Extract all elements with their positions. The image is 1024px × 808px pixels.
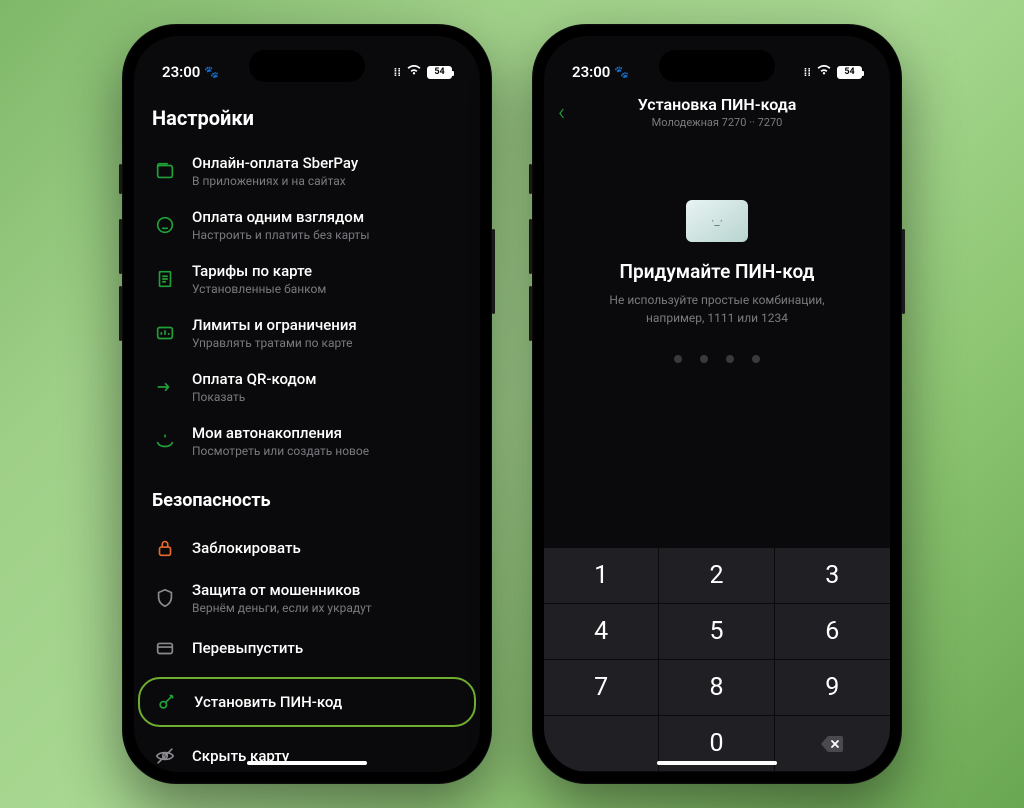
settings-item-qr[interactable]: Оплата QR-кодом Показать	[152, 360, 462, 414]
section-title-security: Безопасность	[152, 490, 462, 511]
item-sub: Настроить и платить без карты	[192, 228, 370, 242]
paw-icon: 🐾	[614, 65, 629, 79]
pin-dot	[726, 355, 734, 363]
item-sub: Установленные банком	[192, 282, 326, 296]
card-icon	[152, 635, 178, 661]
settings-item-tariffs[interactable]: Тарифы по карте Установленные банком	[152, 252, 462, 306]
status-time: 23:00	[572, 63, 610, 81]
shield-icon	[152, 585, 178, 611]
security-item-hide[interactable]: Скрыть карту	[152, 733, 462, 772]
pin-header: ‹ Установка ПИН-кода Молодежная 7270 ·· …	[544, 90, 890, 136]
item-sub: Вернём деньги, если их украдут	[192, 601, 372, 615]
home-indicator[interactable]	[247, 761, 367, 765]
item-title: Перевыпустить	[192, 639, 303, 657]
side-button	[119, 219, 122, 274]
key-2[interactable]: 2	[659, 548, 774, 604]
key-empty	[544, 716, 659, 772]
key-9[interactable]: 9	[775, 660, 890, 716]
face-icon	[152, 212, 178, 238]
item-sub: Управлять тратами по карте	[192, 336, 357, 350]
side-button	[119, 164, 122, 194]
security-item-reissue[interactable]: Перевыпустить	[152, 625, 462, 671]
pin-heading: Придумайте ПИН-код	[620, 260, 815, 283]
wallet-icon	[152, 158, 178, 184]
key-8[interactable]: 8	[659, 660, 774, 716]
item-title: Заблокировать	[192, 539, 301, 557]
item-title: Оплата одним взглядом	[192, 208, 370, 226]
settings-item-savings[interactable]: Мои автонакопления Посмотреть или создат…	[152, 414, 462, 468]
document-icon	[152, 266, 178, 292]
key-delete[interactable]	[775, 716, 890, 772]
settings-item-limits[interactable]: Лимиты и ограничения Управлять тратами п…	[152, 306, 462, 360]
side-button	[492, 229, 495, 314]
status-time: 23:00	[162, 63, 200, 81]
settings-item-facepay[interactable]: Оплата одним взглядом Настроить и платит…	[152, 198, 462, 252]
section-title-settings: Настройки	[152, 106, 462, 130]
side-button	[529, 164, 532, 194]
item-title: Онлайн-оплата SberPay	[192, 154, 358, 172]
pin-dot	[700, 355, 708, 363]
pin-body: ·_· Придумайте ПИН-код Не используйте пр…	[544, 136, 890, 772]
side-button	[529, 286, 532, 341]
settings-item-sberpay[interactable]: Онлайн-оплата SberPay В приложениях и на…	[152, 144, 462, 198]
security-item-set-pin[interactable]: Установить ПИН-код	[138, 677, 476, 727]
item-title: Мои автонакопления	[192, 424, 369, 442]
key-3[interactable]: 3	[775, 548, 890, 604]
settings-content: Настройки Онлайн-оплата SberPay В прилож…	[134, 90, 480, 772]
key-4[interactable]: 4	[544, 604, 659, 660]
dual-signal-icon: ⁞⁞	[804, 66, 811, 79]
item-title: Лимиты и ограничения	[192, 316, 357, 334]
item-sub: Показать	[192, 390, 317, 404]
side-button	[119, 286, 122, 341]
key-icon	[154, 689, 180, 715]
qr-icon	[152, 374, 178, 400]
header-title: Установка ПИН-кода	[638, 95, 797, 114]
key-1[interactable]: 1	[544, 548, 659, 604]
item-title: Установить ПИН-код	[194, 693, 342, 711]
pin-dots	[674, 355, 760, 363]
security-item-block[interactable]: Заблокировать	[152, 525, 462, 571]
chart-icon	[152, 320, 178, 346]
paw-icon: 🐾	[204, 65, 219, 79]
item-title: Защита от мошенников	[192, 581, 372, 599]
key-6[interactable]: 6	[775, 604, 890, 660]
header-sub: Молодежная 7270 ·· 7270	[638, 116, 797, 129]
item-title: Тарифы по карте	[192, 262, 326, 280]
pin-dot	[752, 355, 760, 363]
battery-icon: 54	[427, 66, 452, 79]
side-button	[529, 219, 532, 274]
dual-signal-icon: ⁞⁞	[394, 66, 401, 79]
wifi-icon	[816, 64, 832, 80]
wifi-icon	[406, 64, 422, 80]
lock-icon	[152, 535, 178, 561]
piggy-icon	[152, 428, 178, 454]
card-illustration: ·_·	[686, 200, 748, 242]
pin-hint: Не используйте простые комбинации,наприм…	[609, 291, 824, 327]
key-5[interactable]: 5	[659, 604, 774, 660]
back-icon[interactable]: ‹	[558, 98, 565, 126]
phone-right: 23:00 🐾 ⁞⁞ 54 ‹ Установка ПИН-кода Молод…	[532, 24, 902, 784]
security-item-fraud[interactable]: Защита от мошенников Вернём деньги, если…	[152, 571, 462, 625]
notch	[659, 50, 775, 82]
item-sub: Посмотреть или создать новое	[192, 444, 369, 458]
eye-off-icon	[152, 743, 178, 769]
battery-icon: 54	[837, 66, 862, 79]
phone-left: 23:00 🐾 ⁞⁞ 54 Настройки Онлайн-оплата Sb…	[122, 24, 492, 784]
key-7[interactable]: 7	[544, 660, 659, 716]
notch	[249, 50, 365, 82]
pin-dot	[674, 355, 682, 363]
item-title: Оплата QR-кодом	[192, 370, 317, 388]
side-button	[902, 229, 905, 314]
numeric-keypad: 1 2 3 4 5 6 7 8 9 0	[544, 548, 890, 772]
backspace-icon	[819, 734, 845, 754]
item-sub: В приложениях и на сайтах	[192, 174, 358, 188]
home-indicator[interactable]	[657, 761, 777, 765]
